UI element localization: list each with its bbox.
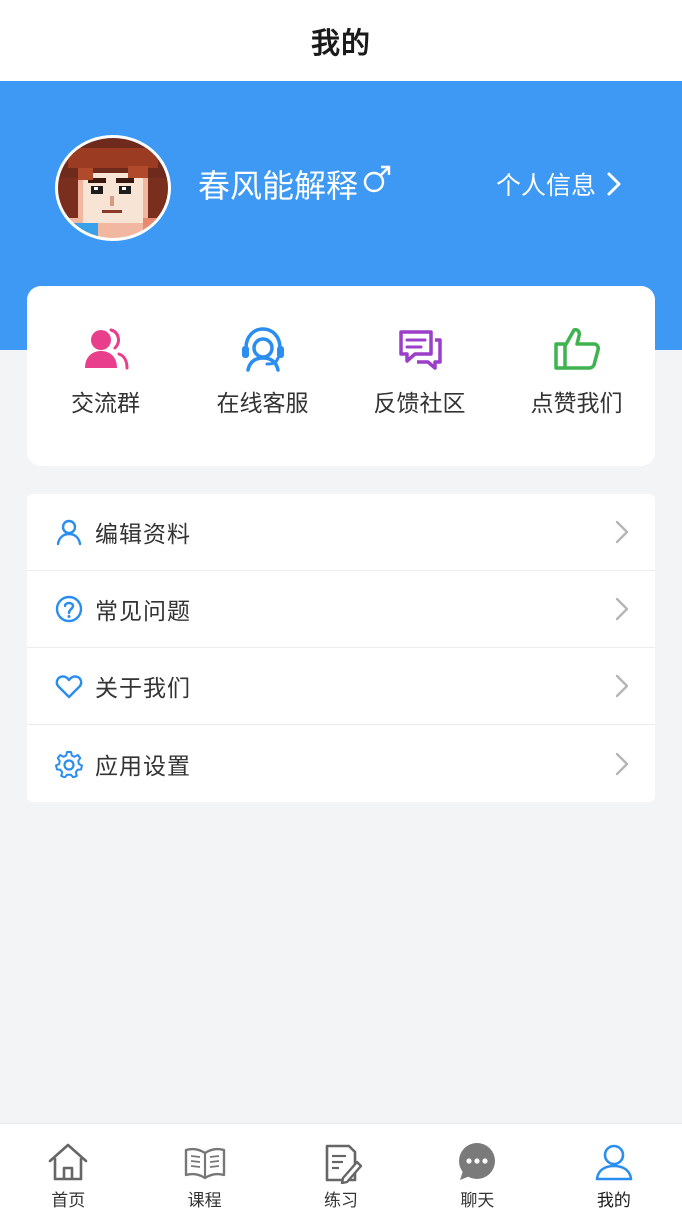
menu-item-label: 关于我们 <box>95 676 191 702</box>
chevron-right-icon <box>607 172 621 196</box>
feedback-icon <box>398 330 442 370</box>
quick-action-customer-service[interactable]: 在线客服 <box>184 286 341 466</box>
title-bar: 我的 <box>0 0 682 81</box>
username-block: 春风能解释 <box>198 160 392 212</box>
chevron-right-icon <box>615 520 629 544</box>
quick-actions-card: 交流群 在线客服 反馈社区 点赞我们 <box>27 286 655 466</box>
profile-icon <box>595 1144 633 1181</box>
quick-action-label: 在线客服 <box>216 391 309 417</box>
gear-icon <box>55 750 83 778</box>
menu-item-edit-profile[interactable]: 编辑资料 <box>27 494 655 571</box>
quick-action-label: 反馈社区 <box>373 391 466 417</box>
group-chat-icon <box>84 328 128 370</box>
chat-icon <box>459 1143 496 1180</box>
thumbs-up-icon <box>553 328 600 370</box>
menu-item-label: 应用设置 <box>95 753 191 780</box>
tab-chat[interactable]: 聊天 <box>409 1124 545 1214</box>
tab-courses[interactable]: 课程 <box>136 1124 272 1214</box>
tab-mine[interactable]: 我的 <box>546 1124 682 1214</box>
menu-item-faq[interactable]: 常见问题 <box>27 571 655 648</box>
book-icon <box>184 1147 225 1180</box>
chevron-right-icon <box>615 674 629 698</box>
quick-action-label: 点赞我们 <box>530 391 623 417</box>
quick-action-label: 交流群 <box>71 391 140 417</box>
question-icon <box>55 595 83 623</box>
tab-label: 我的 <box>596 1191 631 1211</box>
personal-info-link[interactable]: 个人信息 <box>496 166 624 202</box>
settings-menu: 编辑资料 常见问题 关于我们 应用设置 <box>27 494 655 802</box>
menu-item-app-settings[interactable]: 应用设置 <box>27 725 655 802</box>
avatar[interactable] <box>55 135 171 241</box>
quick-action-group-chat[interactable]: 交流群 <box>27 286 184 466</box>
tab-label: 练习 <box>324 1191 359 1211</box>
chevron-right-icon <box>615 597 629 621</box>
chevron-right-icon <box>615 752 629 775</box>
practice-icon <box>325 1144 363 1184</box>
username: 春风能解释 <box>198 167 359 205</box>
male-symbol-icon <box>363 165 391 193</box>
quick-action-feedback[interactable]: 反馈社区 <box>341 286 498 466</box>
tab-practice[interactable]: 练习 <box>273 1124 409 1214</box>
page-title: 我的 <box>310 25 371 60</box>
menu-item-label: 常见问题 <box>95 599 191 625</box>
avatar-image <box>58 138 168 238</box>
customer-service-icon <box>241 327 284 372</box>
tab-label: 聊天 <box>460 1191 495 1211</box>
bottom-tab-bar: 首页 课程 练习 聊天 我的 <box>0 1123 682 1214</box>
user-icon <box>56 519 82 546</box>
heart-icon <box>55 675 83 699</box>
menu-item-about-us[interactable]: 关于我们 <box>27 648 655 725</box>
home-icon <box>48 1143 88 1181</box>
personal-info-label: 个人信息 <box>496 171 597 200</box>
tab-label: 课程 <box>187 1191 222 1211</box>
tab-label: 首页 <box>51 1191 86 1211</box>
tab-home[interactable]: 首页 <box>0 1124 136 1214</box>
menu-item-label: 编辑资料 <box>95 522 191 548</box>
quick-action-like-us[interactable]: 点赞我们 <box>498 286 655 466</box>
